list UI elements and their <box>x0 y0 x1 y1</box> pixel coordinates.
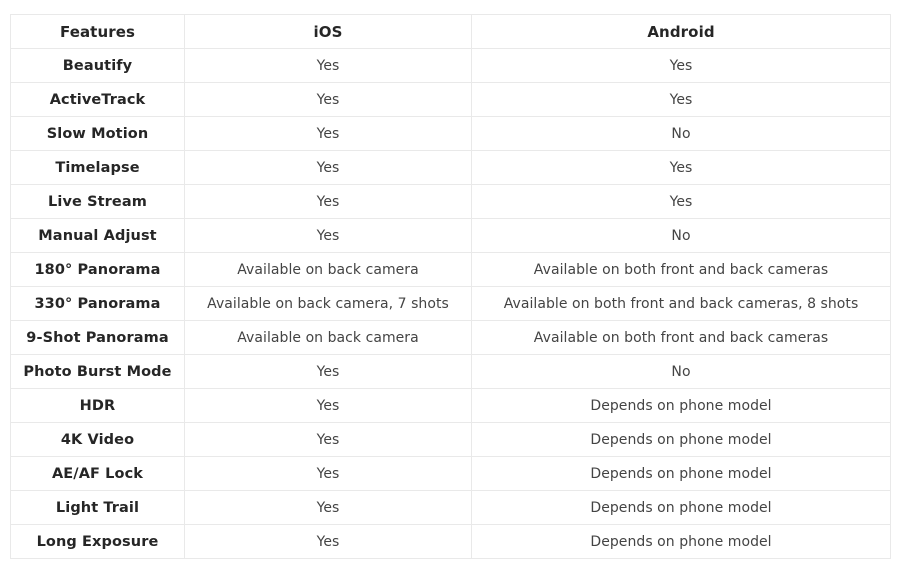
table-row: Live Stream Yes Yes <box>10 184 891 219</box>
feature-name-cell: Light Trail <box>10 490 185 525</box>
feature-name-cell: 4K Video <box>10 422 185 457</box>
android-value-cell: Depends on phone model <box>471 422 891 457</box>
table-row: 180° Panorama Available on back camera Ava… <box>10 252 891 287</box>
ios-value-cell: Yes <box>184 150 472 185</box>
ios-value-cell: Yes <box>184 456 472 491</box>
feature-name-cell: Manual Adjust <box>10 218 185 253</box>
android-value-cell: Available on both front and back cameras <box>471 320 891 355</box>
feature-name-cell: Live Stream <box>10 184 185 219</box>
page-root: Features iOS Android Beautify Yes Yes Activ… <box>0 0 900 567</box>
table-row: Timelapse Yes Yes <box>10 150 891 185</box>
table-row: AE/AF Lock Yes Depends on phone model <box>10 456 891 491</box>
table-row: Beautify Yes Yes <box>10 48 891 83</box>
android-value-cell: Yes <box>471 184 891 219</box>
table-row: Photo Burst Mode Yes No <box>10 354 891 389</box>
table-row: Long Exposure Yes Depends on phone model <box>10 524 891 559</box>
table-row: 330° Panorama Available on back camera, 7… <box>10 286 891 321</box>
table-row: 4K Video Yes Depends on phone model <box>10 422 891 457</box>
table-row: HDR Yes Depends on phone model <box>10 388 891 423</box>
feature-name-cell: 330° Panorama <box>10 286 185 321</box>
android-value-cell: Yes <box>471 82 891 117</box>
column-header-android: Android <box>471 14 891 49</box>
android-value-cell: Depends on phone model <box>471 388 891 423</box>
table-row: ActiveTrack Yes Yes <box>10 82 891 117</box>
ios-value-cell: Available on back camera <box>184 252 472 287</box>
ios-value-cell: Yes <box>184 82 472 117</box>
ios-value-cell: Yes <box>184 116 472 151</box>
feature-comparison-table-container: Features iOS Android Beautify Yes Yes Activ… <box>10 14 891 559</box>
feature-name-cell: 9-Shot Panorama <box>10 320 185 355</box>
android-value-cell: Yes <box>471 150 891 185</box>
table-body: Beautify Yes Yes ActiveTrack Yes Yes Slow Moti… <box>10 48 891 559</box>
android-value-cell: No <box>471 354 891 389</box>
android-value-cell: Depends on phone model <box>471 456 891 491</box>
android-value-cell: Available on both front and back cameras <box>471 252 891 287</box>
android-value-cell: Depends on phone model <box>471 490 891 525</box>
feature-name-cell: Long Exposure <box>10 524 185 559</box>
ios-value-cell: Available on back camera, 7 shots <box>184 286 472 321</box>
feature-name-cell: 180° Panorama <box>10 252 185 287</box>
ios-value-cell: Yes <box>184 48 472 83</box>
table-row: Slow Motion Yes No <box>10 116 891 151</box>
android-value-cell: Available on both front and back cameras… <box>471 286 891 321</box>
android-value-cell: Yes <box>471 48 891 83</box>
column-header-features: Features <box>10 14 185 49</box>
android-value-cell: No <box>471 116 891 151</box>
feature-name-cell: Timelapse <box>10 150 185 185</box>
feature-name-cell: Slow Motion <box>10 116 185 151</box>
android-value-cell: Depends on phone model <box>471 524 891 559</box>
feature-name-cell: HDR <box>10 388 185 423</box>
table-row: Light Trail Yes Depends on phone model <box>10 490 891 525</box>
feature-name-cell: Beautify <box>10 48 185 83</box>
ios-value-cell: Yes <box>184 218 472 253</box>
table-row: Manual Adjust Yes No <box>10 218 891 253</box>
ios-value-cell: Yes <box>184 524 472 559</box>
ios-value-cell: Yes <box>184 388 472 423</box>
android-value-cell: No <box>471 218 891 253</box>
feature-name-cell: Photo Burst Mode <box>10 354 185 389</box>
ios-value-cell: Yes <box>184 422 472 457</box>
table-header-row: Features iOS Android <box>10 14 891 49</box>
table-header: Features iOS Android <box>10 14 891 49</box>
feature-comparison-table: Features iOS Android Beautify Yes Yes Activ… <box>10 14 891 559</box>
column-header-ios: iOS <box>184 14 472 49</box>
ios-value-cell: Available on back camera <box>184 320 472 355</box>
ios-value-cell: Yes <box>184 184 472 219</box>
feature-name-cell: ActiveTrack <box>10 82 185 117</box>
ios-value-cell: Yes <box>184 354 472 389</box>
table-row: 9-Shot Panorama Available on back camera A… <box>10 320 891 355</box>
ios-value-cell: Yes <box>184 490 472 525</box>
feature-name-cell: AE/AF Lock <box>10 456 185 491</box>
